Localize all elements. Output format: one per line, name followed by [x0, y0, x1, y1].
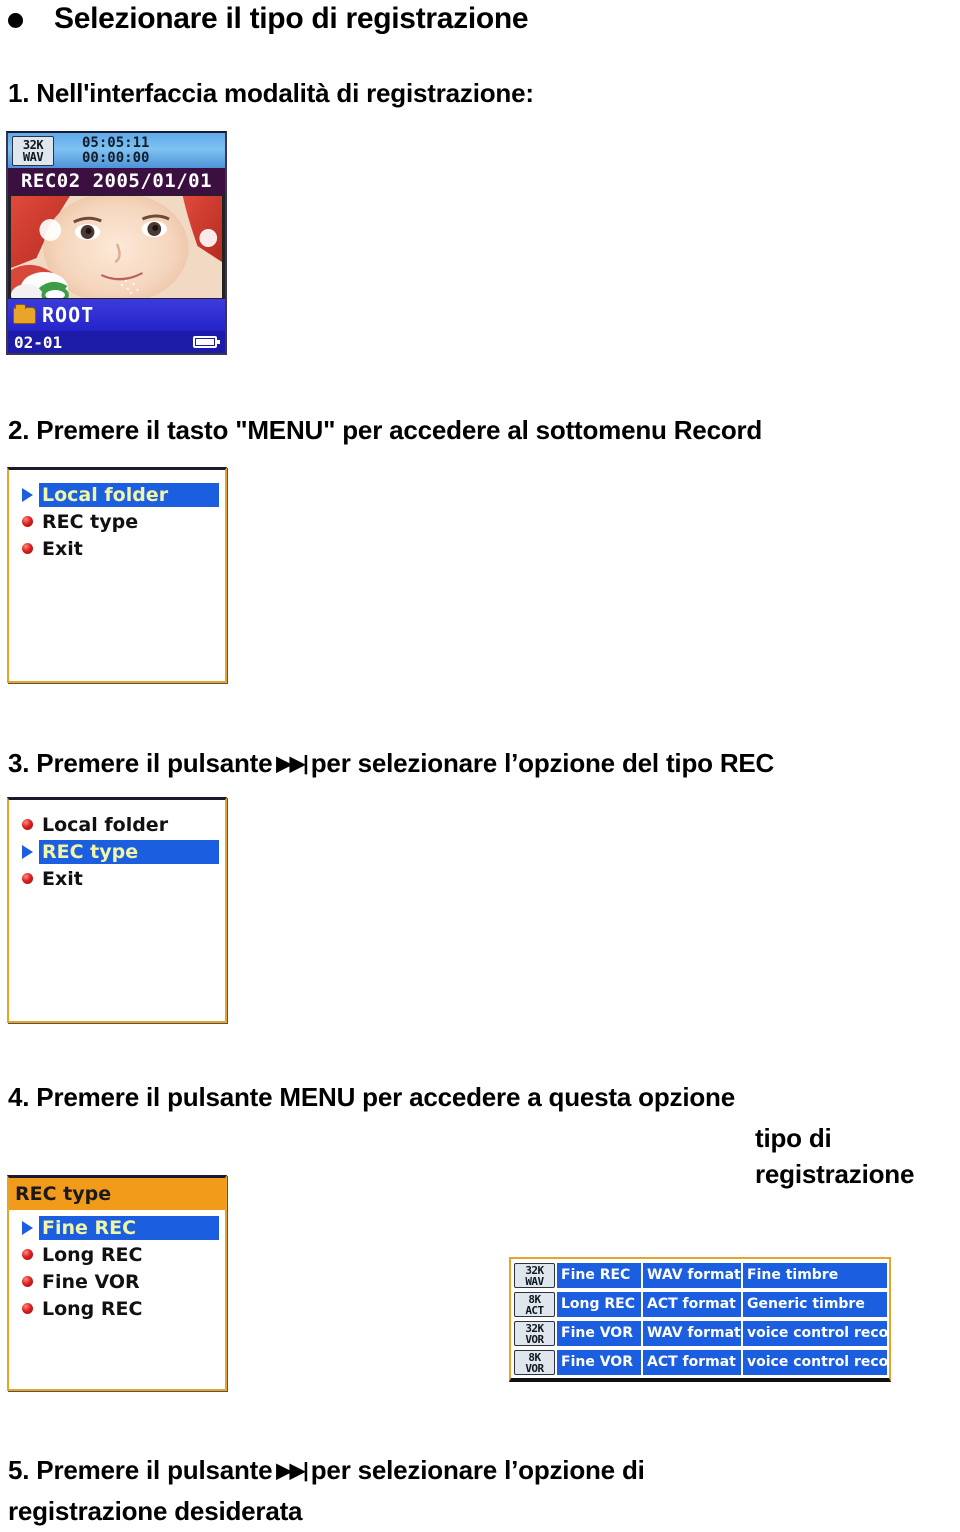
codec-badge-rate: 8K [528, 1350, 541, 1364]
folder-icon [13, 303, 36, 324]
bullet-dot-icon [8, 13, 23, 28]
bullet-red-icon [15, 1276, 39, 1287]
codec-badge-rate: 32K [22, 137, 44, 152]
step-4-continuation-line1: tipo di [755, 1123, 832, 1153]
lcd-time-block: 05:05:11 00:00:00 [82, 134, 150, 166]
folder-name: ROOT [42, 303, 95, 327]
bullet-red-icon [15, 516, 39, 527]
step-2-text: 2. Premere il tasto "MENU" per accedere … [8, 415, 763, 445]
menu-item[interactable]: REC type [15, 838, 219, 865]
codec-badge-rate: 8K [528, 1292, 541, 1306]
lcd-top-bar: 32K WAV 05:05:11 00:00:00 [8, 133, 225, 168]
step-5-text-line2: registrazione desiderata [8, 1496, 303, 1526]
next-track-icon: ▶▶| [276, 753, 308, 775]
table-cell-format: ACT format [643, 1350, 741, 1375]
menu-item[interactable]: Fine REC [15, 1214, 219, 1241]
table-row: 8K ACT Long REC ACT format Generic timbr… [514, 1291, 887, 1318]
codec-badge: 32K WAV [12, 135, 54, 166]
codec-badge-format: VOR [525, 1332, 544, 1346]
codec-badge-rate: 32K [525, 1263, 544, 1277]
menu-item-label: Local folder [42, 813, 169, 836]
menu-item[interactable]: Long REC [15, 1241, 219, 1268]
step-5-text: 5. Premere il pulsante ▶▶| per selezionare… [8, 1455, 645, 1486]
track-number: 02-01 [14, 332, 63, 352]
table-row: 32K WAV Fine REC WAV format Fine timbre [514, 1262, 887, 1289]
step-3-text: 3. Premere il pulsante ▶▶| per selezionare… [8, 748, 774, 779]
menu-header-title: REC type [9, 1178, 225, 1210]
codec-badge: 32K WAV [514, 1263, 555, 1288]
table-row: 8K VOR Fine VOR ACT format voice control… [514, 1349, 887, 1376]
codec-badge: 32K VOR [514, 1321, 555, 1346]
step-1-text: 1. Nell'interfaccia modalità di registra… [8, 78, 534, 108]
menu-item[interactable]: Long REC [15, 1295, 219, 1322]
elapsed-time: 05:05:11 [82, 134, 150, 151]
table-cell-mode: Fine VOR [557, 1321, 641, 1346]
table-cell-desc: Fine timbre [743, 1263, 887, 1288]
screenshot-rectype-highlighted: Local folder REC type Exit [7, 797, 227, 1023]
menu-item-label: Long REC [42, 1243, 143, 1266]
table-cell-format: ACT format [643, 1292, 741, 1317]
menu-item-label: REC type [39, 839, 219, 864]
menu-item[interactable]: REC type [15, 508, 219, 535]
codec-badge-rate: 32K [525, 1321, 544, 1335]
rectype-comparison-table: 32K WAV Fine REC WAV format Fine timbre … [509, 1257, 891, 1382]
codec-badge-format: WAV [22, 149, 44, 164]
codec-badge-format: VOR [525, 1361, 544, 1375]
table-cell-desc: voice control record [743, 1350, 887, 1375]
screenshot-record-mode: 32K WAV 05:05:11 00:00:00 REC02 2005/01/… [6, 131, 227, 355]
step-5-text-b: per selezionare l’opzione di [310, 1455, 645, 1485]
step-4-text: 4. Premere il pulsante MENU per accedere… [8, 1082, 735, 1112]
page-title: Selezionare il tipo di registrazione [54, 2, 529, 35]
menu-item-label: Fine VOR [42, 1270, 140, 1293]
table-row: 32K VOR Fine VOR WAV format voice contro… [514, 1320, 887, 1347]
bullet-red-icon [15, 1303, 39, 1314]
remaining-time: 00:00:00 [82, 149, 150, 166]
step-5-text-a: 5. Premere il pulsante [8, 1455, 273, 1485]
menu-item-label: Long REC [42, 1297, 143, 1320]
bullet-red-icon [15, 1249, 39, 1260]
lcd-folder-bar: ROOT [8, 299, 225, 331]
menu-item[interactable]: Exit [15, 535, 219, 562]
cursor-triangle-icon [15, 1220, 39, 1235]
screenshot-record-submenu: Local folder REC type Exit [7, 467, 227, 683]
table-cell-mode: Fine VOR [557, 1350, 641, 1375]
menu-item-label: Exit [42, 867, 83, 890]
codec-badge-format: ACT [525, 1303, 544, 1317]
screenshot-rectype-options: REC type Fine REC Long REC Fine VOR Long… [7, 1175, 227, 1391]
step-3-text-a: 3. Premere il pulsante [8, 748, 273, 778]
lcd-status-bar: 02-01 [8, 331, 225, 353]
menu-list-rec: Local folder REC type Exit [9, 807, 225, 892]
bullet-red-icon [15, 543, 39, 554]
bullet-red-icon [15, 819, 39, 830]
menu-item-label: REC type [42, 510, 139, 533]
menu-item-label: Exit [42, 537, 83, 560]
menu-item[interactable]: Exit [15, 865, 219, 892]
menu-item[interactable]: Local folder [15, 811, 219, 838]
table-cell-format: WAV format [643, 1321, 741, 1346]
menu-list-type: Fine REC Long REC Fine VOR Long REC [9, 1210, 225, 1322]
cursor-triangle-icon [15, 487, 39, 502]
menu-item[interactable]: Local folder [15, 481, 219, 508]
lcd-file-title: REC02 2005/01/01 [8, 168, 225, 195]
codec-badge-format: WAV [525, 1274, 544, 1288]
codec-badge: 8K ACT [514, 1292, 555, 1317]
step-3-text-b: per selezionare l’opzione del tipo REC [310, 748, 775, 778]
menu-list-local: Local folder REC type Exit [9, 477, 225, 562]
codec-badge: 8K VOR [514, 1350, 555, 1375]
menu-item[interactable]: Fine VOR [15, 1268, 219, 1295]
table-cell-mode: Fine REC [557, 1263, 641, 1288]
battery-icon [193, 336, 220, 348]
table-cell-format: WAV format [643, 1263, 741, 1288]
menu-item-label: Fine REC [39, 1215, 219, 1240]
menu-item-label: Local folder [39, 482, 219, 507]
lcd-photo [11, 196, 222, 298]
table-cell-desc: voice control record [743, 1321, 887, 1346]
table-cell-desc: Generic timbre [743, 1292, 887, 1317]
table-cell-mode: Long REC [557, 1292, 641, 1317]
bullet-red-icon [15, 873, 39, 884]
next-track-icon: ▶▶| [276, 1460, 308, 1482]
step-4-continuation-line2: registrazione [755, 1159, 915, 1189]
photo-artwork-icon [11, 196, 222, 298]
cursor-triangle-icon [15, 844, 39, 859]
